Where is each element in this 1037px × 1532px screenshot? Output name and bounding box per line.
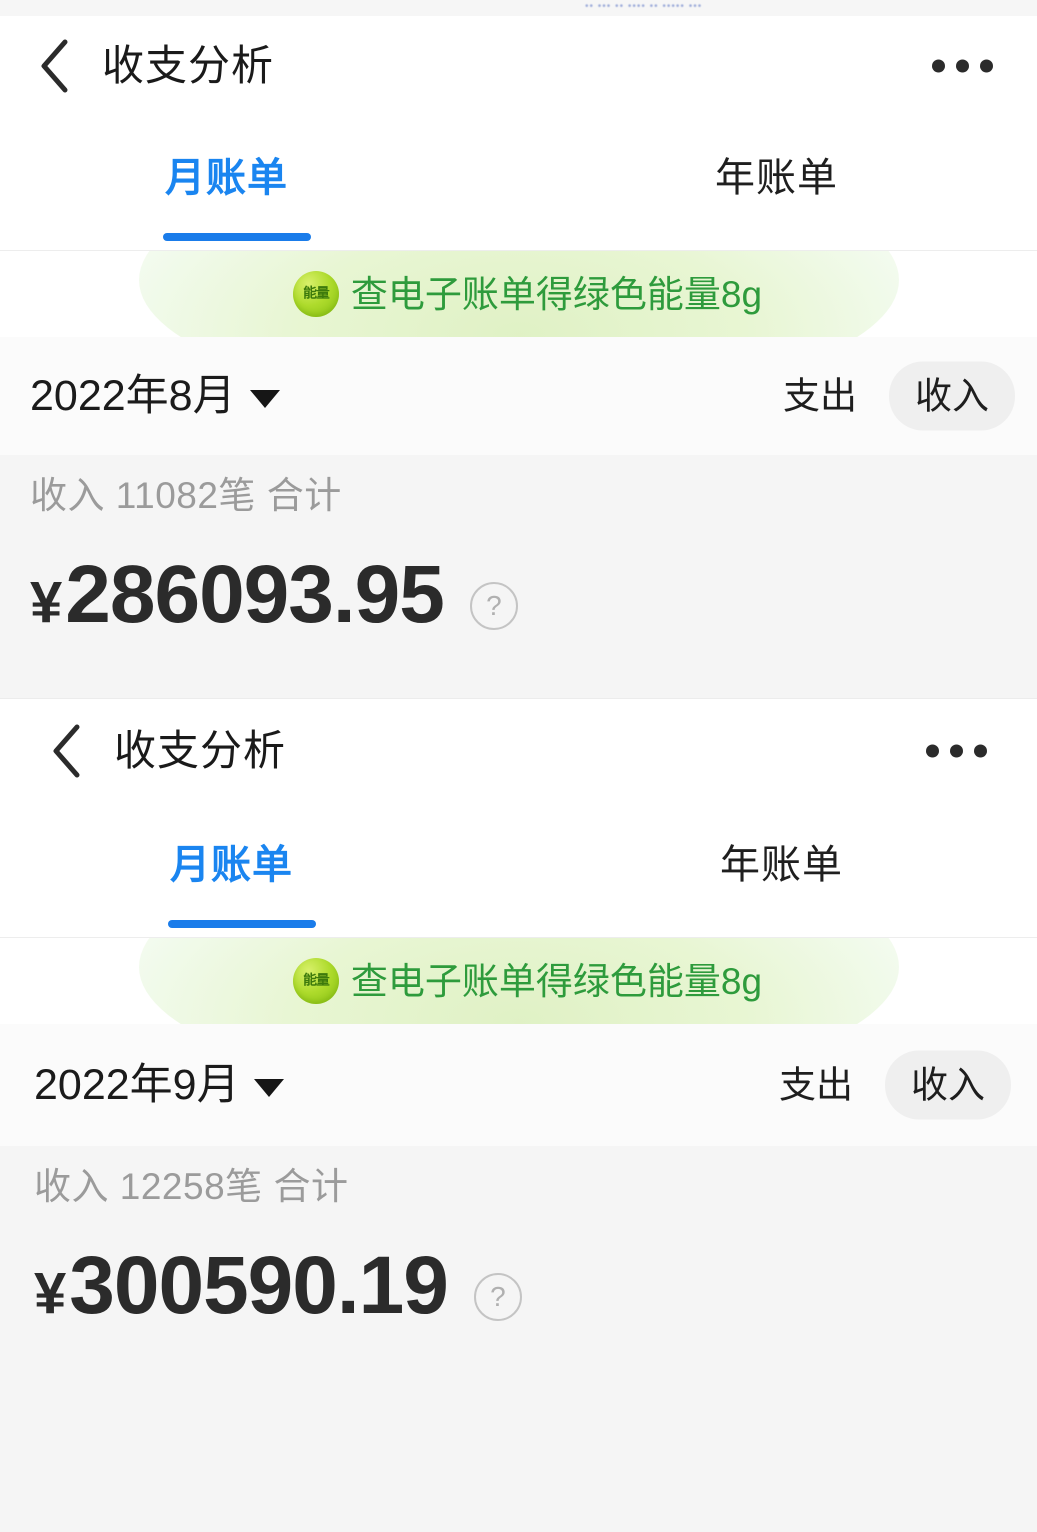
period-row: 2022年8月 支出 收入: [0, 337, 1037, 455]
page-title: 收支分析: [114, 727, 287, 774]
more-dot: [974, 744, 987, 758]
cropped-status-strip: •• ••• •• •••• •• ••••• •••: [0, 0, 1037, 16]
chevron-left-icon[interactable]: [26, 38, 82, 94]
green-energy-banner[interactable]: 能量 查电子账单得绿色能量8g: [0, 938, 1037, 1024]
navigation-bar: 收支分析: [0, 699, 1037, 803]
more-dot: [932, 59, 945, 73]
totals-caption: 收入 11082笔 合计: [30, 475, 342, 516]
total-amount-value: 286093.95: [65, 549, 445, 640]
more-dot: [956, 59, 969, 73]
toggle-expense[interactable]: 支出: [757, 362, 883, 431]
tab-bar: 月账单 年账单: [0, 803, 1037, 938]
tab-bar: 月账单 年账单: [0, 116, 1037, 251]
energy-banner-text: 查电子账单得绿色能量8g: [350, 273, 763, 315]
month-selector[interactable]: 2022年8月: [30, 371, 280, 420]
month-selector-label: 2022年9月: [34, 1060, 240, 1109]
totals-caption: 收入 12258笔 合计: [34, 1166, 349, 1207]
totals-block: 收入 12258笔 合计 ¥ 300590.19 ?: [0, 1146, 1037, 1389]
currency-symbol: ¥: [34, 1261, 66, 1326]
energy-banner-text: 查电子账单得绿色能量8g: [350, 960, 763, 1002]
tab-yearly-bill[interactable]: 年账单: [718, 841, 845, 889]
totals-block: 收入 11082笔 合计 ¥ 286093.95 ?: [0, 455, 1037, 698]
month-selector-label: 2022年8月: [30, 371, 236, 420]
toggle-income[interactable]: 收入: [889, 361, 1015, 431]
more-dot: [950, 744, 963, 758]
more-dot: [980, 59, 993, 73]
month-selector[interactable]: 2022年9月: [34, 1060, 284, 1109]
chevron-left-icon[interactable]: [38, 723, 94, 779]
period-row: 2022年9月 支出 收入: [0, 1024, 1037, 1146]
toggle-income[interactable]: 收入: [885, 1050, 1011, 1120]
totals-amount-row: ¥ 286093.95 ?: [30, 554, 1037, 636]
more-horizontal-icon[interactable]: [926, 50, 999, 83]
tab-active-indicator: [168, 920, 316, 928]
tab-yearly-bill[interactable]: 年账单: [713, 154, 840, 202]
screenshot-panel-august: 收支分析 月账单 年账单 能量 查电子账单得绿色能量8g 2022年8月 支出 …: [0, 16, 1037, 698]
total-amount-value: 300590.19: [69, 1240, 449, 1331]
page-title: 收支分析: [102, 42, 275, 89]
more-dot: [926, 744, 939, 758]
banner-content: 能量 查电子账单得绿色能量8g: [0, 938, 1037, 1024]
green-energy-banner[interactable]: 能量 查电子账单得绿色能量8g: [0, 251, 1037, 337]
question-mark-icon[interactable]: ?: [473, 1273, 522, 1321]
total-amount: ¥ 300590.19: [34, 1240, 449, 1331]
screenshot-panel-september: 收支分析 月账单 年账单 能量 查电子账单得绿色能量8g 2022年9月 支出 …: [0, 699, 1037, 1389]
chevron-down-icon: [253, 1078, 284, 1097]
type-toggle-group: 支出 收入: [757, 361, 1015, 431]
energy-badge-icon: 能量: [292, 271, 339, 317]
energy-badge-label: 能量: [303, 972, 330, 989]
tab-active-indicator: [163, 233, 311, 241]
banner-content: 能量 查电子账单得绿色能量8g: [0, 251, 1037, 337]
toggle-expense[interactable]: 支出: [753, 1051, 879, 1120]
currency-symbol: ¥: [30, 570, 62, 635]
chevron-down-icon: [249, 389, 280, 408]
stacked-screenshots: •• ••• •• •••• •• ••••• ••• 收支分析 月账单 年账单: [0, 0, 1037, 1532]
bottom-fill: [0, 1389, 1037, 1532]
navigation-bar: 收支分析: [0, 16, 1037, 116]
energy-badge-label: 能量: [303, 285, 330, 302]
cropped-status-text: •• ••• •• •••• •• ••••• •••: [585, 1, 703, 12]
totals-amount-row: ¥ 300590.19 ?: [34, 1245, 1037, 1327]
type-toggle-group: 支出 收入: [753, 1050, 1011, 1120]
question-mark-icon[interactable]: ?: [469, 582, 518, 630]
total-amount: ¥ 286093.95: [30, 549, 445, 640]
summary-card: 2022年8月 支出 收入 收入 11082笔 合计 ¥ 286093.95 ?: [0, 337, 1037, 698]
tab-monthly-bill[interactable]: 月账单: [163, 154, 290, 202]
summary-card: 2022年9月 支出 收入 收入 12258笔 合计 ¥ 300590.19 ?: [0, 1024, 1037, 1389]
more-horizontal-icon[interactable]: [920, 735, 993, 768]
energy-badge-icon: 能量: [292, 958, 339, 1004]
tab-monthly-bill[interactable]: 月账单: [168, 841, 295, 889]
